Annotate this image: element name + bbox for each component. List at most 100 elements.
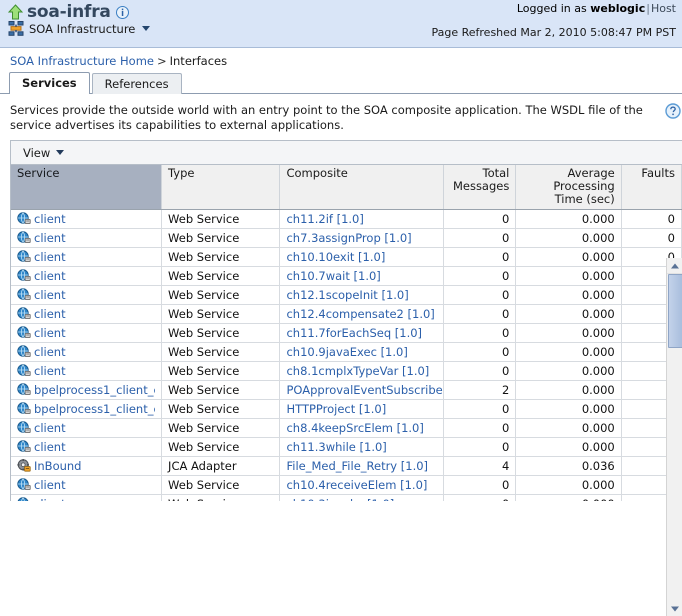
composite-link[interactable]: ch12.4compensate2 [1.0] (286, 307, 434, 321)
page-title: soa-infra (27, 2, 111, 22)
cell-service: bpelprocess1_client_ep (11, 380, 163, 400)
column-header-service[interactable]: Service (11, 165, 163, 210)
cell-total-messages: 0 (443, 361, 517, 381)
column-header-composite[interactable]: Composite (279, 165, 445, 210)
help-icon[interactable] (665, 103, 681, 119)
service-link[interactable]: client (34, 497, 66, 501)
app-banner: soa-infra SOA Infrastructure Logged in a… (0, 0, 682, 48)
up-arrow-icon[interactable] (8, 4, 23, 20)
service-link[interactable]: client (34, 326, 66, 340)
column-header-average-processing-time[interactable]: Average Processing Time (sec) (515, 165, 622, 210)
table-row[interactable]: InBound JCA Adapter File_Med_File_Retry [1… (11, 456, 682, 476)
view-menu-button[interactable]: View (23, 145, 65, 160)
cell-total-messages: 0 (443, 475, 517, 495)
table-row[interactable]: client Web Service ch7.3assignProp [1.0] 0 0… (11, 228, 682, 248)
table-row[interactable]: client Web Service ch11.3while [1.0] 0 0.000… (11, 437, 682, 457)
cell-average-processing-time: 0.000 (515, 247, 622, 267)
jca-adapter-icon (17, 459, 32, 473)
service-link[interactable]: client (34, 364, 66, 378)
info-icon[interactable] (115, 5, 129, 19)
service-link[interactable]: client (34, 212, 66, 226)
soa-infrastructure-menu[interactable]: SOA Infrastructure (8, 21, 151, 36)
table-row[interactable]: client Web Service ch10.4receiveElem [1.0]… (11, 475, 682, 495)
service-link[interactable]: bpelprocess1_client_ep (34, 402, 155, 416)
composite-link[interactable]: ch11.2if [1.0] (286, 212, 363, 226)
composite-link[interactable]: ch10.9javaExec [1.0] (286, 345, 407, 359)
composite-link[interactable]: HTTPProject [1.0] (286, 402, 386, 416)
service-link[interactable]: client (34, 269, 66, 283)
cell-average-processing-time: 0.000 (515, 418, 622, 438)
composite-link[interactable]: POApprovalEventSubscriber [1 (286, 383, 442, 397)
table-row[interactable]: clientWeb Servicech10.7wait [1.0]00.0000 (11, 266, 682, 286)
cell-composite: ch11.2if [1.0] (279, 209, 445, 229)
table-row[interactable]: client Web Service ch8.1cmplxTypeVar [1.0]… (11, 361, 682, 381)
service-link[interactable]: InBound (34, 459, 81, 473)
service-link[interactable]: client (34, 478, 66, 492)
composite-link[interactable]: ch7.3assignProp [1.0] (286, 231, 411, 245)
cell-service: client (11, 285, 163, 305)
cell-type: Web Service (161, 418, 281, 438)
composite-link[interactable]: ch12.1scopeInit [1.0] (286, 288, 408, 302)
cell-composite: ch7.3assignProp [1.0] (279, 228, 445, 248)
composite-link[interactable]: ch11.3while [1.0] (286, 440, 386, 454)
logged-in-prefix: Logged in as (516, 2, 587, 15)
composite-link[interactable]: ch10.3invoke [1.0] (286, 497, 394, 501)
breadcrumb-home-link[interactable]: SOA Infrastructure Home (10, 54, 154, 68)
table-row[interactable]: bpelprocess1_client_ep Web Service POAppro… (11, 380, 682, 400)
table-row[interactable]: bpelprocess1_client_ep Web Service HTTPPro… (11, 399, 682, 419)
service-link[interactable]: client (34, 231, 66, 245)
table-row[interactable]: client Web Service ch11.7forEachSeq [1.0] 0… (11, 323, 682, 343)
column-header-total-messages[interactable]: Total Messages (443, 165, 517, 210)
content-panel: Services provide the outside world with … (0, 94, 682, 616)
service-link[interactable]: client (34, 440, 66, 454)
table-row[interactable]: client Web Service ch10.9javaExec [1.0] 0 0.… (11, 342, 682, 362)
table-row[interactable]: client Web Service ch11.2if [1.0] 0 0.000 0 (11, 209, 682, 229)
breadcrumb-separator: > (156, 54, 167, 68)
service-link[interactable]: client (34, 307, 66, 321)
view-menu-label: View (23, 145, 51, 160)
column-header-type[interactable]: Type (161, 165, 281, 210)
composite-link[interactable]: ch10.10exit [1.0] (286, 250, 385, 264)
service-link[interactable]: client (34, 421, 66, 435)
services-table-container: View Service Type Composite Total Messag… (10, 140, 682, 501)
composite-link[interactable]: File_Med_File_Retry [1.0] (286, 459, 428, 473)
scroll-up-icon[interactable] (667, 258, 682, 274)
composite-link[interactable]: ch8.1cmplxTypeVar [1.0] (286, 364, 429, 378)
service-link[interactable]: client (34, 345, 66, 359)
cell-average-processing-time: 0.000 (515, 209, 622, 229)
table-row[interactable]: client Web Service ch8.4keepSrcElem [1.0] 0… (11, 418, 682, 438)
cell-composite: ch10.9javaExec [1.0] (279, 342, 445, 362)
web-service-icon (17, 364, 32, 378)
cell-type: Web Service (161, 399, 281, 419)
web-service-icon (17, 345, 32, 359)
composite-link[interactable]: ch10.4receiveElem [1.0] (286, 478, 427, 492)
scroll-down-icon[interactable] (667, 601, 682, 616)
cell-type: Web Service (161, 437, 281, 457)
cell-average-processing-time: 0.000 (515, 342, 622, 362)
tab-references[interactable]: References (91, 73, 182, 94)
cell-type: Web Service (161, 266, 281, 286)
composite-link[interactable]: ch10.7wait [1.0] (286, 269, 380, 283)
service-link[interactable]: bpelprocess1_client_ep (34, 383, 155, 397)
vertical-scrollbar[interactable] (666, 258, 682, 616)
cell-faults: 0 (621, 209, 682, 229)
table-row[interactable]: client Web Service ch10.3invoke [1.0] 00.00… (11, 494, 682, 501)
table-row[interactable]: client Web Service ch12.4compensate2 [1.0]… (11, 304, 682, 324)
cell-service: client (11, 361, 163, 381)
composite-link[interactable]: ch8.4keepSrcElem [1.0] (286, 421, 423, 435)
cell-total-messages: 0 (443, 285, 517, 305)
cell-composite: POApprovalEventSubscriber [1 (279, 380, 445, 400)
service-link[interactable]: client (34, 288, 66, 302)
table-row[interactable]: client Web Service ch10.10exit [1.0] 0 0.000… (11, 247, 682, 267)
cell-type: Web Service (161, 228, 281, 248)
scroll-thumb[interactable] (668, 274, 682, 348)
logged-in-host[interactable]: Host (651, 2, 676, 15)
cell-average-processing-time: 0.000 (515, 304, 622, 324)
chevron-down-icon[interactable] (142, 25, 151, 31)
composite-link[interactable]: ch11.7forEachSeq [1.0] (286, 326, 422, 340)
service-link[interactable]: client (34, 250, 66, 264)
table-row[interactable]: client Web Service ch12.1scopeInit [1.0] 0 0… (11, 285, 682, 305)
tab-services[interactable]: Services (9, 72, 90, 94)
cell-composite: ch12.1scopeInit [1.0] (279, 285, 445, 305)
column-header-faults[interactable]: Faults (621, 165, 682, 210)
